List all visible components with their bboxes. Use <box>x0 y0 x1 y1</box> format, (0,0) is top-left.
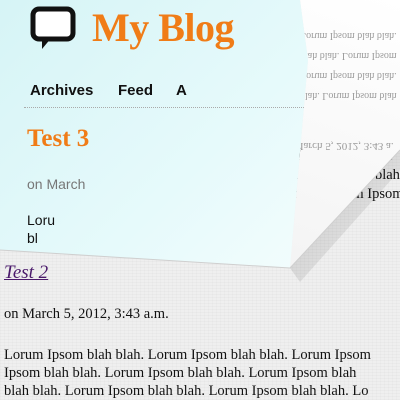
post-date: on March 5, 2012, 3:43 a.m. <box>4 306 169 322</box>
nav-feed[interactable]: Feed <box>118 82 153 99</box>
body-text-line: ah. Lorum Ipsom <box>292 148 393 164</box>
nav-divider <box>24 107 308 108</box>
post-title-link[interactable]: Test 2 <box>4 262 48 284</box>
post-body-line: bl <box>27 230 38 246</box>
post-title[interactable]: Test 3 <box>27 125 89 153</box>
body-text-line: Lorum Ipsom blah blah. Lorum Ipsom blah … <box>4 347 371 363</box>
nav-about[interactable]: A <box>176 82 187 99</box>
body-text-line: blah. Lorum Ipsom <box>292 186 400 202</box>
site-brand[interactable]: My Blog <box>92 4 235 51</box>
post-date: on March <box>27 176 86 192</box>
nav-archives[interactable]: Archives <box>30 82 93 99</box>
body-text-line: blah blah. Lorum Ipsom blah blah. Lorum … <box>4 383 369 399</box>
speech-bubble-icon <box>30 6 76 49</box>
body-text-line: Ipsom blah blah. Lorum Ipsom blah blah. … <box>4 365 357 381</box>
body-text-line: Lorum Ipsom blah <box>292 167 400 183</box>
post-body-line: Loru <box>27 212 56 228</box>
